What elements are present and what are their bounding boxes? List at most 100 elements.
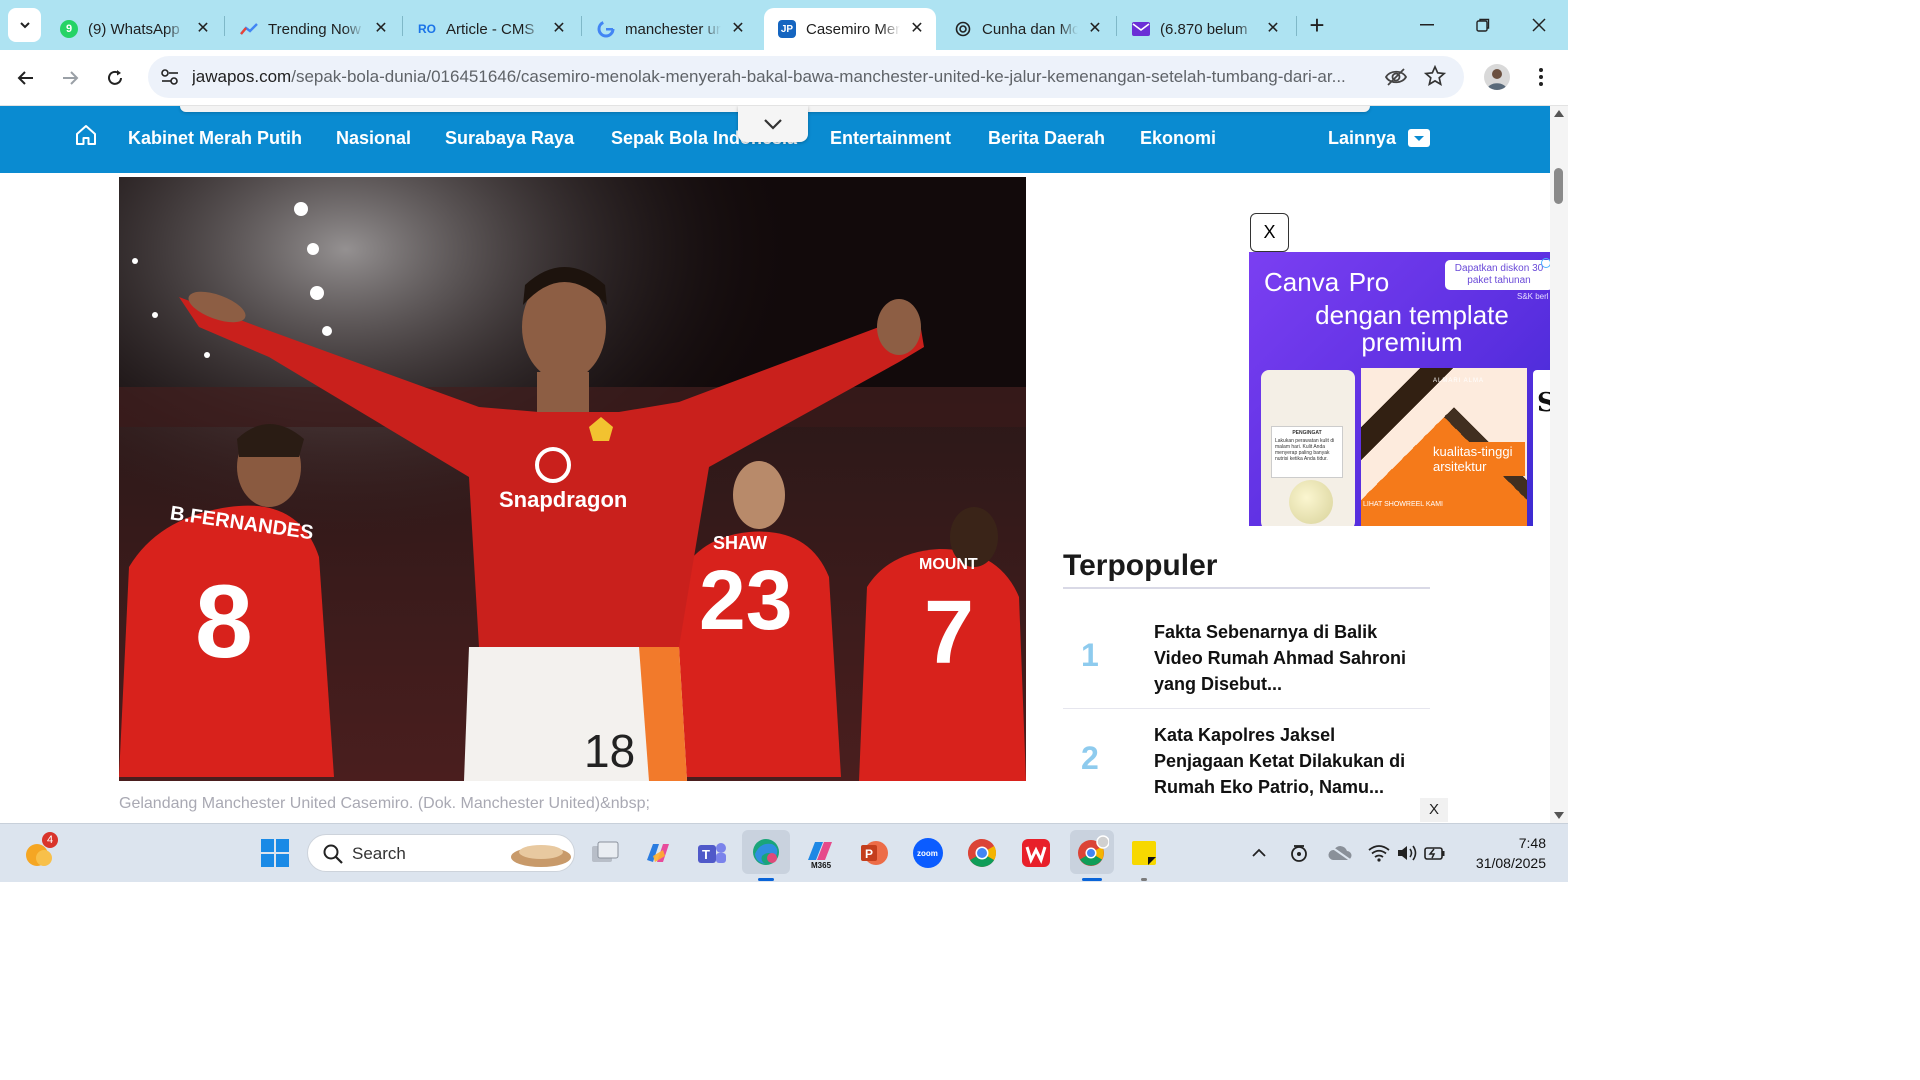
- scrollbar-thumb[interactable]: [1554, 168, 1563, 204]
- battery-charging-icon: [1424, 847, 1445, 860]
- clock-date: 31/08/2025: [1475, 855, 1546, 871]
- browser-menu-button[interactable]: [1528, 64, 1554, 90]
- ad-card-logo: ALMARI ALMA: [1433, 378, 1485, 384]
- close-tab-icon[interactable]: ✕: [372, 20, 390, 38]
- teams-button[interactable]: T: [693, 834, 731, 872]
- popular-headline[interactable]: Fakta Sebenarnya di Balik Video Rumah Ah…: [1154, 619, 1416, 697]
- minimize-button[interactable]: [1412, 10, 1442, 40]
- nav-lainnya[interactable]: Lainnya: [1328, 128, 1396, 149]
- tab-cms[interactable]: RO Article - CMS ✕: [404, 8, 578, 50]
- widgets-button[interactable]: 4: [20, 832, 58, 872]
- ad-badge-line2: paket tahunan: [1467, 275, 1531, 286]
- popular-rank: 2: [1081, 740, 1099, 776]
- close-tab-icon[interactable]: ✕: [1264, 20, 1282, 38]
- tray-app-button[interactable]: [1284, 834, 1314, 872]
- edge-icon: [753, 839, 779, 865]
- tab-title: Trending Now: [268, 20, 361, 38]
- ad-template-card-partial: S: [1533, 370, 1550, 526]
- tab-title: manchester ur: [625, 20, 721, 38]
- close-tab-icon[interactable]: ✕: [908, 20, 926, 38]
- google-icon: [597, 20, 615, 38]
- close-tab-icon[interactable]: ✕: [1086, 20, 1104, 38]
- running-app-indicator: [1141, 878, 1147, 881]
- start-button[interactable]: [256, 834, 294, 872]
- ad-note: PENGINGAT Lakukan perawatan kulit di mala…: [1271, 426, 1343, 478]
- chrome-button[interactable]: [963, 834, 1001, 872]
- zoom-label: zoom: [917, 849, 938, 858]
- tab-mail[interactable]: (6.870 belum ✕: [1118, 8, 1292, 50]
- close-tab-icon[interactable]: ✕: [194, 20, 212, 38]
- close-window-button[interactable]: [1524, 10, 1554, 40]
- taskbar-search-box[interactable]: Search: [307, 834, 575, 872]
- close-tab-icon[interactable]: ✕: [729, 20, 747, 38]
- nav-entertainment[interactable]: Entertainment: [830, 128, 951, 149]
- show-hidden-icons-button[interactable]: [1244, 834, 1274, 872]
- m365-label: M365: [811, 861, 832, 870]
- back-arrow-icon: [17, 71, 33, 85]
- reload-button[interactable]: [99, 62, 131, 94]
- bookmark-star-icon[interactable]: [1423, 64, 1448, 89]
- tab-trending[interactable]: Trending Now ✕: [226, 8, 400, 50]
- nav-kabinet-merah-putih[interactable]: Kabinet Merah Putih: [128, 128, 302, 149]
- expand-header-button[interactable]: [738, 106, 808, 142]
- caret-down-icon[interactable]: [1408, 129, 1430, 147]
- zoom-button[interactable]: zoom: [909, 834, 947, 872]
- new-tab-button[interactable]: +: [1303, 12, 1331, 40]
- powerpoint-button[interactable]: P: [855, 834, 893, 872]
- nav-ekonomi[interactable]: Ekonomi: [1140, 128, 1216, 149]
- tab-whatsapp[interactable]: 9 (9) WhatsApp ✕: [46, 8, 222, 50]
- chrome-profile-button[interactable]: [1070, 830, 1114, 874]
- scroll-down-arrow-icon[interactable]: [1554, 812, 1564, 819]
- sticky-ad-close-button[interactable]: X: [1420, 798, 1448, 822]
- popular-item[interactable]: 2 Kata Kapolres Jaksel Penjagaan Ketat D…: [1063, 722, 1430, 812]
- cloud-icon: [1328, 845, 1352, 861]
- canva-advertisement[interactable]: Canva Pro Dapatkan diskon 30 paket tahuna…: [1249, 252, 1550, 526]
- tracking-protection-icon[interactable]: [1384, 65, 1408, 89]
- wps-button[interactable]: [1017, 834, 1055, 872]
- home-icon[interactable]: [74, 123, 98, 147]
- address-bar[interactable]: jawapos.com/sepak-bola-dunia/016451646/c…: [148, 56, 1464, 98]
- ad-card-text: kualitas-tinggi arsitektur: [1429, 442, 1525, 476]
- url-text[interactable]: jawapos.com/sepak-bola-dunia/016451646/c…: [192, 67, 1372, 87]
- tab-google-search[interactable]: manchester ur ✕: [583, 8, 757, 50]
- svg-text:P: P: [865, 847, 873, 861]
- tab-separator: [1296, 16, 1297, 36]
- forward-button[interactable]: [54, 62, 86, 94]
- site-info-icon[interactable]: [158, 65, 182, 89]
- chevron-down-icon: [19, 22, 30, 29]
- active-app-indicator: [758, 878, 774, 881]
- tab-casemiro-active[interactable]: JP Casemiro Mer ✕: [764, 8, 936, 50]
- m365-button[interactable]: M365: [801, 834, 839, 872]
- scroll-up-arrow-icon[interactable]: [1554, 110, 1564, 117]
- reload-icon: [108, 70, 122, 85]
- restore-button[interactable]: [1468, 10, 1498, 40]
- network-button[interactable]: [1364, 834, 1394, 872]
- task-view-button[interactable]: [586, 834, 624, 872]
- clock[interactable]: 7:48 31/08/2025: [1462, 833, 1546, 873]
- nav-surabaya-raya[interactable]: Surabaya Raya: [445, 128, 574, 149]
- battery-button[interactable]: [1420, 834, 1450, 872]
- page-scrollbar[interactable]: [1550, 106, 1568, 823]
- onedrive-button[interactable]: [1324, 834, 1356, 872]
- edge-button[interactable]: [742, 830, 790, 874]
- nav-nasional[interactable]: Nasional: [336, 128, 411, 149]
- tab-search-button[interactable]: [8, 8, 41, 42]
- profile-avatar[interactable]: [1484, 64, 1510, 90]
- tab-title: Cunha dan Mc: [982, 20, 1078, 38]
- ad-close-button[interactable]: X: [1250, 213, 1289, 252]
- popular-headline[interactable]: Kata Kapolres Jaksel Penjagaan Ketat Dil…: [1154, 722, 1416, 800]
- nav-berita-daerah[interactable]: Berita Daerah: [988, 128, 1105, 149]
- close-icon: [1532, 18, 1546, 32]
- tab-chatgpt[interactable]: Cunha dan Mc ✕: [940, 8, 1114, 50]
- sticky-notes-button[interactable]: [1125, 834, 1163, 872]
- active-app-indicator: [1082, 878, 1102, 881]
- restore-icon: [1476, 18, 1490, 32]
- back-button[interactable]: [10, 62, 42, 94]
- volume-button[interactable]: [1392, 834, 1422, 872]
- popular-item[interactable]: 1 Fakta Sebenarnya di Balik Video Rumah …: [1063, 619, 1430, 709]
- jersey-sponsor-text: Snapdragon: [499, 487, 627, 512]
- copilot-button[interactable]: [639, 834, 677, 872]
- close-tab-icon[interactable]: ✕: [550, 20, 568, 38]
- tab-separator: [402, 16, 403, 36]
- ad-info-icon[interactable]: [1541, 258, 1550, 268]
